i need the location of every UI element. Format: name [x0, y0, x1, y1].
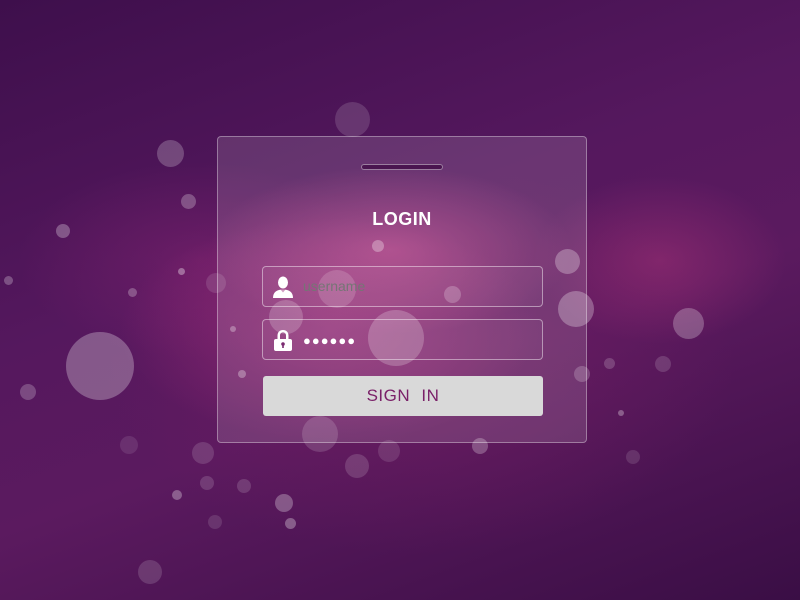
login-title: LOGIN [372, 209, 432, 229]
login-card: LOGIN ●●●●●● SIGN [217, 136, 587, 443]
username-field[interactable] [262, 266, 543, 307]
bokeh-light [237, 479, 251, 493]
bokeh-light [66, 332, 134, 400]
password-field[interactable]: ●●●●●● [262, 319, 543, 360]
bokeh-light [181, 194, 196, 209]
card-handle-bar [361, 164, 443, 170]
bokeh-light [626, 450, 640, 464]
bokeh-light [673, 308, 704, 339]
bokeh-light [56, 224, 70, 238]
bokeh-light [208, 515, 222, 529]
user-icon [271, 275, 295, 299]
bokeh-light [200, 476, 214, 490]
bokeh-light [378, 440, 400, 462]
sign-in-button[interactable]: SIGN IN [263, 376, 543, 416]
username-input[interactable] [303, 267, 533, 306]
password-input[interactable]: ●●●●●● [303, 321, 533, 360]
bokeh-light [192, 442, 214, 464]
bokeh-light [157, 140, 184, 167]
lock-icon [271, 328, 295, 352]
bokeh-light [178, 268, 185, 275]
bokeh-light [138, 560, 162, 584]
bokeh-light [20, 384, 36, 400]
bokeh-light [618, 410, 624, 416]
bokeh-light [345, 454, 369, 478]
bokeh-light [275, 494, 293, 512]
bokeh-light [335, 102, 370, 137]
bokeh-light [120, 436, 138, 454]
bokeh-light [604, 358, 615, 369]
bokeh-light [128, 288, 137, 297]
bokeh-light [172, 490, 182, 500]
bokeh-light [4, 276, 13, 285]
bokeh-light [655, 356, 671, 372]
login-screen: LOGIN ●●●●●● SIGN [0, 0, 800, 600]
bokeh-light [285, 518, 296, 529]
